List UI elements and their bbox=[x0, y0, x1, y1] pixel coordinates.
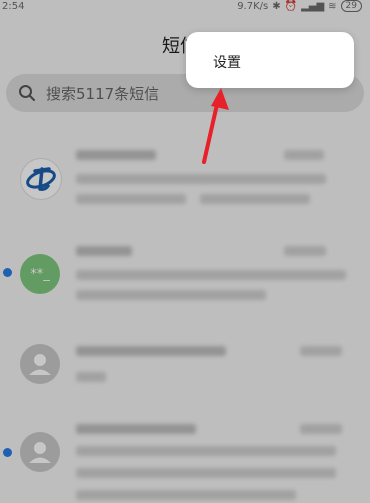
sms-app-screen: 2:54 9.7K/s ✱ ⏰ ▂▄▆ ≋ 29 短信 搜索5117条短信 bbox=[0, 0, 370, 503]
overflow-menu: 设置 bbox=[186, 32, 354, 88]
red-arrow-annotation bbox=[202, 88, 229, 164]
menu-item-settings[interactable]: 设置 bbox=[213, 52, 241, 72]
